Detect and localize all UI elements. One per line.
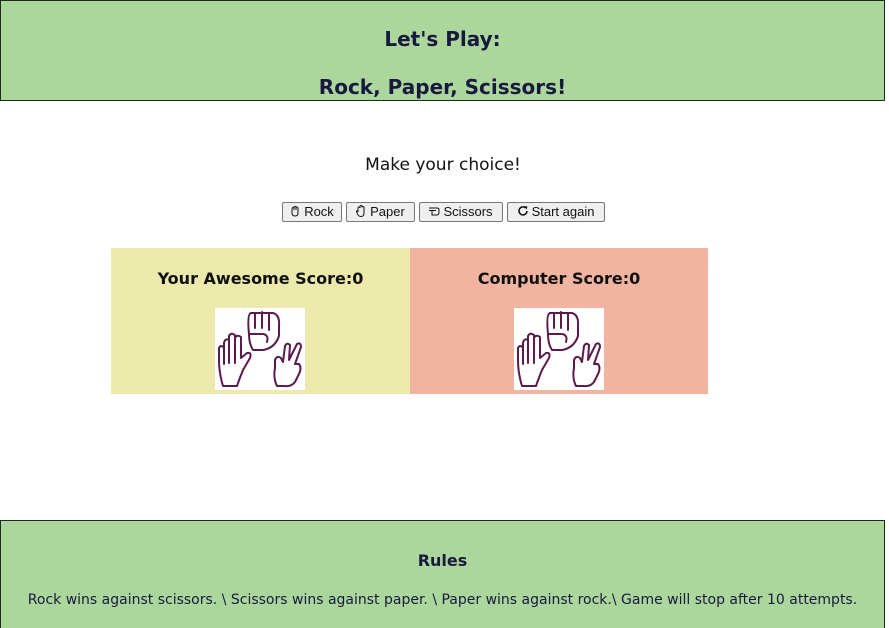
- user-score-label: Your Awesome Score:: [157, 269, 353, 288]
- page-header: Let's Play: Rock, Paper, Scissors!: [0, 0, 885, 101]
- start-again-button[interactable]: Start again: [506, 202, 605, 222]
- title-line-1: Let's Play:: [384, 27, 501, 51]
- rock-button[interactable]: Rock: [281, 202, 342, 222]
- computer-score-value: 0: [629, 269, 641, 288]
- rock-paper-scissors-hands-icon: [215, 308, 305, 390]
- rules-title: Rules: [417, 551, 468, 570]
- scissors-button-label: Scissors: [443, 204, 493, 219]
- user-score-value: 0: [352, 269, 364, 288]
- rock-paper-scissors-hands-icon: [514, 308, 604, 390]
- user-score-panel: Your Awesome Score:0: [111, 248, 410, 394]
- scissors-button[interactable]: Scissors: [418, 202, 503, 222]
- choice-prompt: Make your choice!: [365, 155, 521, 175]
- computer-score-panel: Computer Score:0: [410, 248, 708, 394]
- rock-button-label: Rock: [304, 204, 334, 219]
- start-again-button-label: Start again: [531, 204, 595, 219]
- hand-fist-icon: [291, 206, 299, 217]
- refresh-icon: [517, 206, 528, 216]
- paper-button-label: Paper: [370, 204, 405, 219]
- choice-buttons: Rock Paper Scissors Start again: [0, 202, 886, 222]
- rules-text: Rock wins against scissors. \ Scissors w…: [27, 592, 858, 608]
- title-line-2: Rock, Paper, Scissors!: [318, 75, 567, 99]
- hand-paper-icon: [356, 205, 365, 217]
- hand-scissors-icon: [429, 207, 440, 216]
- rules-footer: Rules Rock wins against scissors. \ Scis…: [0, 520, 885, 628]
- paper-button[interactable]: Paper: [345, 202, 415, 222]
- user-score: Your Awesome Score:0: [111, 269, 410, 288]
- computer-score: Computer Score:0: [410, 269, 708, 288]
- computer-score-label: Computer Score:: [477, 269, 630, 288]
